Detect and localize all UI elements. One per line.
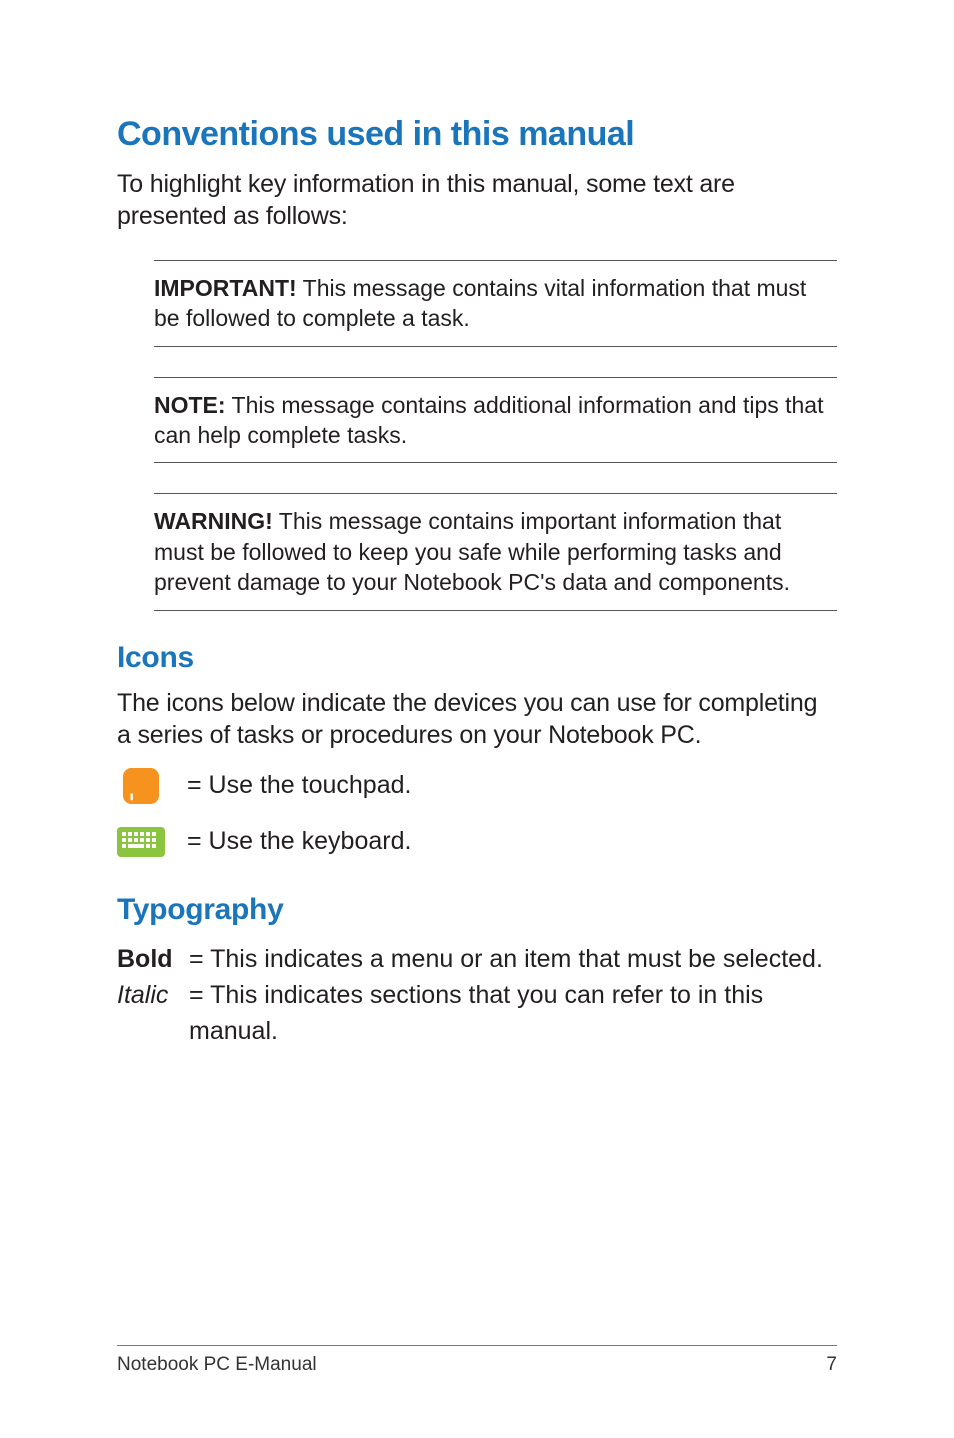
icon-row-touchpad: = Use the touchpad. [117, 765, 837, 807]
typography-table: Bold = This indicates a menu or an item … [117, 941, 837, 1050]
footer-title: Notebook PC E-Manual [117, 1354, 317, 1376]
typography-row-bold: Bold = This indicates a menu or an item … [117, 941, 837, 977]
heading-typography: Typography [117, 893, 837, 927]
typography-text: = This indicates sections that you can r… [189, 977, 837, 1050]
icon-label: = Use the keyboard. [187, 827, 411, 856]
typography-label-bold: Bold [117, 941, 181, 977]
callout-label: NOTE: [154, 392, 226, 418]
heading-icons: Icons [117, 641, 837, 675]
typography-label-italic: Italic [117, 977, 181, 1050]
callout-warning: WARNING! This message contains important… [154, 493, 837, 610]
typography-row-italic: Italic = This indicates sections that yo… [117, 977, 837, 1050]
callout-label: WARNING! [154, 508, 273, 534]
paragraph-icons: The icons below indicate the devices you… [117, 687, 837, 751]
icon-label: = Use the touchpad. [187, 771, 411, 800]
page-number: 7 [826, 1354, 837, 1376]
footer: Notebook PC E-Manual 7 [117, 1345, 837, 1376]
callout-text: This message contains additional informa… [154, 392, 823, 448]
keyboard-icon [117, 821, 165, 863]
callout-label: IMPORTANT! [154, 275, 297, 301]
page: Conventions used in this manual To highl… [0, 0, 954, 1438]
callout-note: NOTE: This message contains additional i… [154, 377, 837, 464]
heading-conventions: Conventions used in this manual [117, 115, 837, 154]
callout-group: IMPORTANT! This message contains vital i… [117, 232, 837, 611]
paragraph-conventions: To highlight key information in this man… [117, 168, 837, 232]
icon-row-keyboard: = Use the keyboard. [117, 821, 837, 863]
typography-text: = This indicates a menu or an item that … [189, 941, 823, 977]
callout-important: IMPORTANT! This message contains vital i… [154, 260, 837, 347]
touchpad-icon [117, 765, 165, 807]
